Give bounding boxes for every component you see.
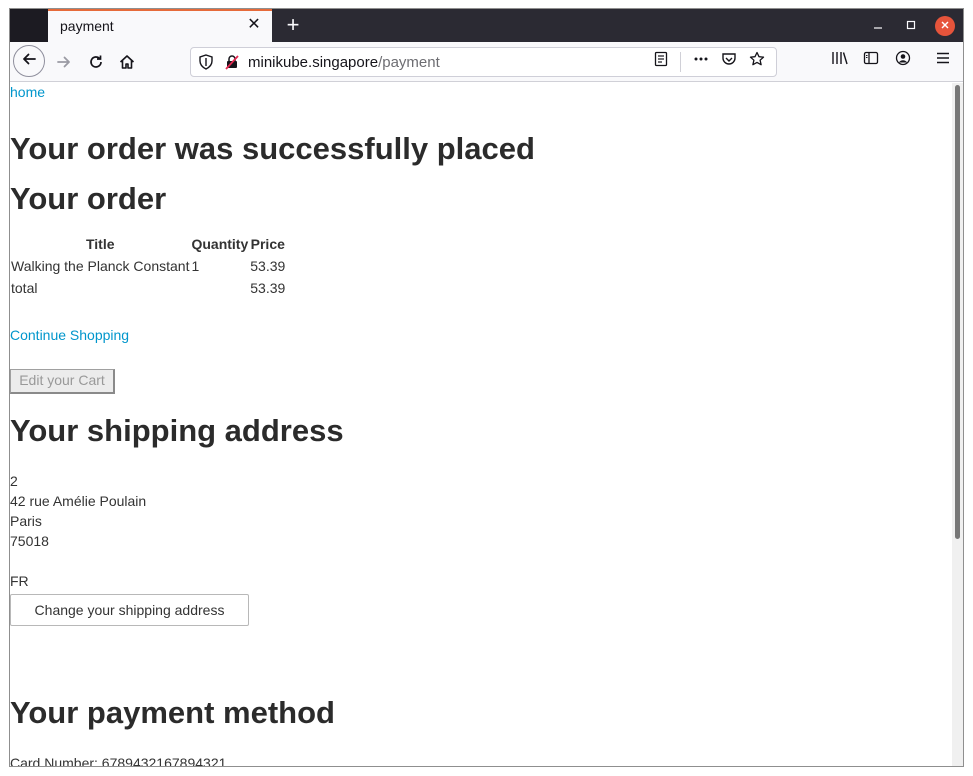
column-header-title: Title — [85, 236, 115, 252]
back-arrow-icon — [23, 53, 36, 65]
tab-payment[interactable]: payment ✕ — [48, 9, 272, 42]
order-table: Title Quantity Price Walking the Planck … — [10, 233, 286, 299]
maximize-icon[interactable] — [901, 16, 921, 36]
success-heading: Your order was successfully placed — [10, 131, 535, 166]
order-heading: Your order — [10, 181, 167, 216]
url-host: minikube.singapore — [248, 54, 379, 71]
column-header-quantity: Quantity — [191, 236, 249, 252]
account-icon[interactable] — [892, 50, 914, 72]
nav-bar: minikube.singapore/payment — [10, 42, 963, 82]
address-line1: 2 — [10, 473, 18, 489]
edit-cart-button[interactable]: Edit your Cart — [10, 369, 115, 394]
change-shipping-address-button[interactable]: Change your shipping address — [10, 594, 249, 626]
tab-title: payment — [60, 18, 114, 34]
minimize-icon[interactable] — [868, 16, 888, 36]
forward-arrow-icon — [57, 56, 70, 68]
home-icon — [119, 55, 135, 69]
page-content: home Your order was successfully placed … — [10, 83, 952, 767]
back-button[interactable] — [13, 45, 45, 77]
browser-window: payment ✕ + minikube.singapore/payment h… — [9, 8, 964, 767]
library-icon[interactable] — [829, 50, 851, 72]
forward-button[interactable] — [50, 48, 78, 76]
total-quantity-cell — [190, 277, 249, 299]
home-link[interactable]: home — [10, 84, 45, 100]
total-row: total 53.39 — [10, 277, 286, 299]
tab-bar-start — [10, 9, 48, 42]
shipping-heading: Your shipping address — [10, 413, 344, 448]
item-title: Walking the Planck Constant — [11, 258, 190, 274]
tracking-shield-icon[interactable] — [197, 53, 215, 71]
bookmark-star-icon[interactable] — [746, 51, 768, 73]
sidebar-icon[interactable] — [860, 50, 882, 72]
address-zip: 75018 — [10, 533, 49, 549]
payment-heading: Your payment method — [10, 695, 335, 730]
vertical-scrollbar[interactable] — [952, 83, 963, 766]
address-city: Paris — [10, 513, 42, 529]
page-actions-icon[interactable] — [690, 51, 712, 73]
scrollbar-thumb[interactable] — [955, 85, 960, 539]
table-row: Walking the Planck Constant 1 53.39 — [10, 255, 286, 277]
url-path: /payment — [378, 54, 440, 71]
column-header-price: Price — [250, 236, 285, 252]
tab-close-icon[interactable]: ✕ — [244, 15, 264, 35]
url-divider — [680, 52, 681, 72]
card-number: Card Number: 6789432167894321 — [10, 755, 227, 767]
url-bar-icons — [650, 51, 770, 73]
continue-shopping-link[interactable]: Continue Shopping — [10, 327, 129, 343]
address-country: FR — [10, 573, 29, 589]
item-quantity: 1 — [191, 258, 200, 274]
reader-view-icon[interactable] — [650, 51, 672, 73]
window-close-icon[interactable] — [935, 16, 955, 36]
url-text[interactable]: minikube.singapore/payment — [248, 54, 440, 71]
menu-icon[interactable] — [932, 50, 954, 72]
insecure-lock-icon[interactable] — [223, 53, 241, 71]
total-label: total — [11, 280, 38, 296]
address-line2: 42 rue Amélie Poulain — [10, 493, 147, 509]
reload-button[interactable] — [82, 48, 110, 76]
pocket-icon[interactable] — [718, 51, 740, 73]
total-price: 53.39 — [250, 280, 286, 296]
url-bar[interactable]: minikube.singapore/payment — [190, 47, 777, 77]
table-header-row: Title Quantity Price — [10, 233, 286, 255]
item-price: 53.39 — [250, 258, 286, 274]
new-tab-button[interactable]: + — [280, 12, 306, 38]
tab-bar: payment ✕ + — [10, 9, 963, 42]
reload-icon — [90, 55, 102, 68]
home-button[interactable] — [113, 48, 141, 76]
